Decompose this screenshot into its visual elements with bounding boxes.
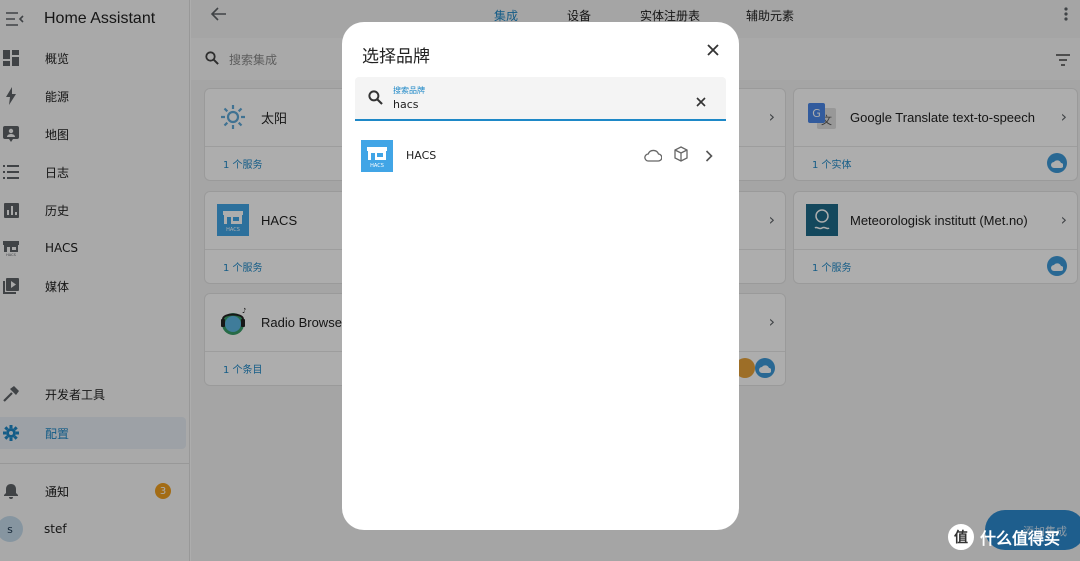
watermark-text: 什么值得买: [980, 529, 1061, 548]
chevron-right-icon[interactable]: [705, 147, 713, 166]
brand-name: HACS: [406, 149, 437, 162]
select-brand-dialog: 选择品牌 搜索品牌 HACS HACS: [342, 22, 739, 530]
clear-icon[interactable]: [696, 92, 706, 111]
close-icon[interactable]: [707, 41, 719, 60]
search-icon: [368, 90, 383, 109]
cloud-outline-icon: [644, 147, 663, 166]
brand-search-field[interactable]: 搜索品牌: [355, 77, 726, 121]
dialog-title: 选择品牌: [362, 47, 430, 67]
package-icon: [673, 146, 689, 166]
search-field-label: 搜索品牌: [393, 86, 425, 95]
watermark: 值 什么值得买: [948, 524, 1060, 550]
hacs-logo-icon: HACS: [361, 140, 393, 172]
brand-search-input[interactable]: [393, 98, 673, 111]
brand-result-hacs[interactable]: HACS HACS: [342, 134, 739, 178]
watermark-logo: 值: [948, 524, 974, 550]
svg-text:HACS: HACS: [370, 163, 384, 169]
